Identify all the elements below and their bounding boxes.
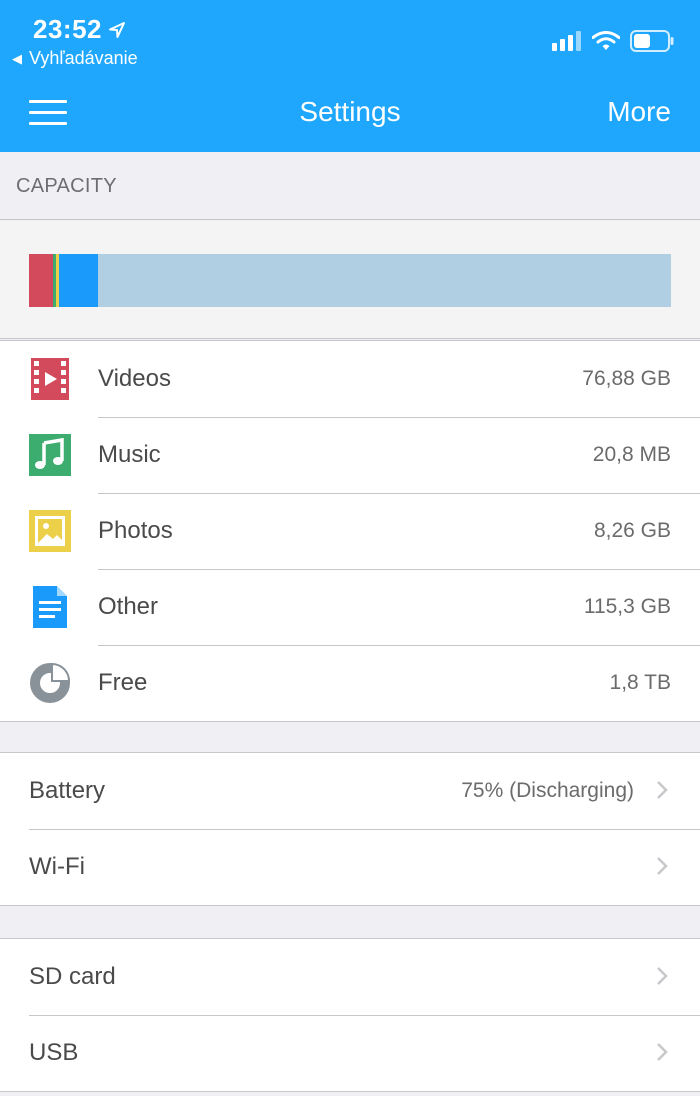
sd-card-label: SD card — [29, 963, 116, 990]
back-to-app-link[interactable]: ◀ Vyhľadávanie — [12, 48, 138, 69]
wifi-row[interactable]: Wi-Fi — [0, 829, 700, 905]
storage-row-free: Free 1,8 TB — [0, 645, 700, 721]
battery-icon — [630, 30, 674, 52]
storage-row-photos: Photos 8,26 GB — [0, 493, 700, 569]
video-film-icon — [29, 358, 71, 400]
chevron-right-icon — [657, 857, 668, 875]
chevron-right-icon — [657, 1043, 668, 1061]
sd-card-row[interactable]: SD card — [0, 939, 700, 1015]
settings-group-power: Battery 75% (Discharging) Wi-Fi — [0, 752, 700, 906]
wifi-label: Wi-Fi — [29, 853, 85, 880]
storage-row-other: Other 115,3 GB — [0, 569, 700, 645]
storage-row-music: Music 20,8 MB — [0, 417, 700, 493]
back-triangle-icon: ◀ — [12, 50, 22, 66]
storage-label: Videos — [98, 365, 171, 392]
music-note-icon — [29, 434, 71, 476]
page-title: Settings — [299, 96, 401, 127]
storage-value: 1,8 TB — [609, 671, 671, 694]
usb-label: USB — [29, 1039, 79, 1066]
capacity-section-header: CAPACITY — [0, 152, 700, 220]
status-time: 23:52 — [33, 14, 126, 45]
capacity-segment-videos — [29, 254, 54, 307]
storage-label: Other — [98, 593, 159, 620]
storage-label: Photos — [98, 517, 173, 544]
storage-value: 20,8 MB — [592, 443, 671, 466]
back-app-label: Vyhľadávanie — [29, 48, 138, 68]
hamburger-menu-icon[interactable] — [29, 100, 67, 126]
battery-row[interactable]: Battery 75% (Discharging) — [0, 753, 700, 829]
capacity-panel — [0, 221, 700, 339]
wifi-icon — [592, 31, 620, 50]
signal-icon — [552, 31, 581, 51]
document-icon — [29, 586, 71, 628]
location-arrow-icon — [109, 21, 125, 38]
capacity-header-label: CAPACITY — [16, 175, 117, 197]
battery-status: 75% (Discharging) — [461, 779, 634, 802]
storage-value: 76,88 GB — [582, 367, 671, 390]
battery-label: Battery — [29, 777, 106, 804]
storage-value: 8,26 GB — [593, 519, 671, 542]
more-button[interactable]: More — [607, 96, 671, 128]
chevron-right-icon — [657, 967, 668, 985]
storage-value: 115,3 GB — [583, 595, 671, 618]
capacity-bar — [29, 254, 671, 307]
photo-icon — [29, 510, 71, 552]
top-bar: 23:52 ◀ Vyhľadávanie Settings More — [0, 0, 700, 152]
capacity-segment-free — [97, 254, 671, 307]
capacity-segment-other — [59, 254, 98, 307]
storage-list: Videos 76,88 GB Music 20,8 MB Photos 8,2… — [0, 340, 700, 722]
storage-row-videos: Videos 76,88 GB — [0, 341, 700, 417]
status-time-text: 23:52 — [33, 14, 102, 44]
usb-row[interactable]: USB — [0, 1015, 700, 1091]
status-icons — [542, 30, 674, 52]
settings-group-storage: SD card USB — [0, 938, 700, 1092]
storage-label: Free — [98, 669, 148, 696]
chevron-right-icon — [657, 781, 668, 799]
pie-chart-icon — [29, 662, 71, 704]
storage-label: Music — [98, 441, 161, 468]
